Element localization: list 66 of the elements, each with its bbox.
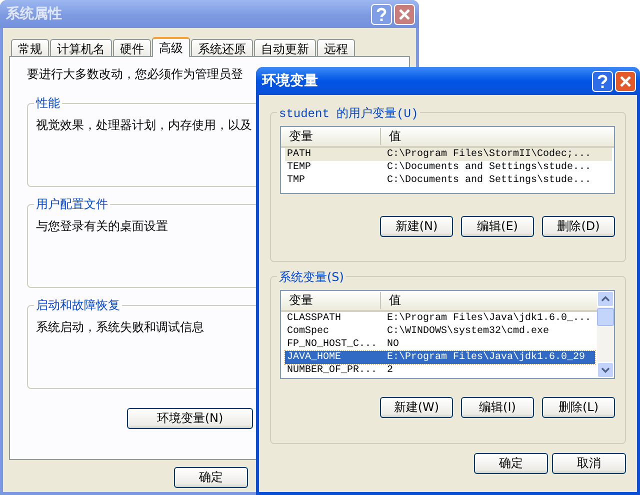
variable-value: C:\Program Files\StormII\Codec;... [387, 149, 592, 160]
tab[interactable]: 自动更新 [254, 39, 316, 56]
tab[interactable]: 高级 [152, 37, 190, 57]
group-title: 用户配置文件 [34, 196, 110, 213]
dialog-button[interactable]: 编辑(I) [461, 397, 534, 418]
variable-value: C:\WINDOWS\system32\cmd.exe [387, 326, 550, 337]
column-header[interactable]: 变量 [281, 128, 381, 145]
variable-value: C:\Documents and Settings\stude... [387, 162, 592, 173]
dialog-button[interactable]: 删除(D) [542, 216, 615, 237]
variable-row[interactable]: JAVA_HOME E:\Program Files\Java\jdk1.6.0_29 [285, 351, 595, 364]
tab[interactable]: 远程 [317, 39, 355, 56]
intro-text: 要进行大多数改动，您必须作为管理员登 [27, 66, 243, 83]
scroll-thumb[interactable] [597, 308, 614, 326]
variable-name: JAVA_HOME [286, 352, 342, 363]
variable-name: PATH [286, 149, 312, 160]
scroll-down-icon[interactable] [597, 362, 614, 378]
variable-row[interactable]: TEMP C:\Documents and Settings\stude... [285, 161, 612, 174]
variable-list[interactable]: 变量 值 CLASSPATH E:\Program Files\Java\jdk1.6.0_... ComSpec C:\WINDOWS\system32\cmd.exe FP_NO_HOST_C... NO JAVA_HOME E:\Program Files\Java\jdk1.6.0_29 NUMBER_OF_PR... 2 [280, 290, 615, 379]
variable-name: TMP [286, 175, 306, 186]
tab[interactable]: 硬件 [113, 39, 151, 56]
variable-row[interactable]: FP_NO_HOST_C... NO [285, 338, 595, 351]
variable-value: E:\Program Files\Java\jdk1.6.0_29 [387, 352, 586, 363]
dialog-button[interactable]: 新建(W) [380, 397, 453, 418]
ok-button[interactable]: 确定 [174, 467, 248, 488]
help-icon[interactable] [371, 4, 392, 24]
group-description: 视觉效果，处理器计划，内存使用，以及 [36, 118, 252, 132]
variable-value: 2 [387, 365, 394, 376]
dialog-button[interactable]: 编辑(E) [461, 216, 534, 237]
group-title: 启动和故障恢复 [34, 297, 122, 314]
variable-list[interactable]: 变量 值 PATH C:\Program Files\StormII\Codec;... TEMP C:\Documents and Settings\stude... TMP C:\Documents and Settings\stude... [280, 126, 615, 194]
environment-variables-button[interactable]: 环境变量(N) [127, 408, 253, 429]
close-icon[interactable] [615, 70, 636, 92]
variable-name: NUMBER_OF_PR... [286, 365, 378, 376]
cancel-button[interactable]: 取消 [552, 453, 626, 474]
ok-button[interactable]: 确定 [474, 453, 548, 474]
group-title: student 的用户变量(U) [277, 105, 420, 122]
tab[interactable]: 计算机名 [50, 39, 112, 56]
variable-row[interactable]: ComSpec C:\WINDOWS\system32\cmd.exe [285, 325, 595, 338]
variable-value: NO [387, 339, 400, 350]
window-title: 环境变量 [262, 72, 319, 90]
variable-name: FP_NO_HOST_C... [286, 339, 378, 350]
variable-name: TEMP [286, 162, 312, 173]
tab[interactable]: 常规 [11, 39, 49, 56]
variable-row[interactable]: CLASSPATH E:\Program Files\Java\jdk1.6.0_... [285, 312, 595, 325]
column-header[interactable]: 变量 [281, 292, 381, 309]
group-title: 系统变量(S) [277, 269, 346, 286]
column-header[interactable]: 值 [381, 292, 401, 309]
window-title: 系统属性 [6, 5, 63, 23]
variable-value: E:\Program Files\Java\jdk1.6.0_... [387, 313, 592, 324]
variable-row[interactable]: NUMBER_OF_PR... 2 [285, 364, 595, 377]
variable-row[interactable]: TMP C:\Documents and Settings\stude... [285, 174, 612, 187]
scrollbar[interactable] [597, 291, 614, 378]
close-icon[interactable] [394, 4, 415, 24]
variable-row[interactable]: PATH C:\Program Files\StormII\Codec;... [285, 148, 612, 161]
column-header[interactable]: 值 [381, 128, 401, 145]
variable-name: ComSpec [286, 326, 330, 337]
variable-value: C:\Documents and Settings\stude... [387, 175, 592, 186]
tab[interactable]: 系统还原 [191, 39, 253, 56]
help-icon[interactable] [592, 70, 613, 92]
variable-name: CLASSPATH [286, 313, 342, 324]
group-title: 性能 [34, 95, 62, 112]
scroll-up-icon[interactable] [597, 291, 614, 307]
dialog-button[interactable]: 删除(L) [542, 397, 615, 418]
group-description: 系统启动，系统失败和调试信息 [36, 320, 204, 334]
dialog-button[interactable]: 新建(N) [380, 216, 453, 237]
group-description: 与您登录有关的桌面设置 [36, 219, 168, 233]
